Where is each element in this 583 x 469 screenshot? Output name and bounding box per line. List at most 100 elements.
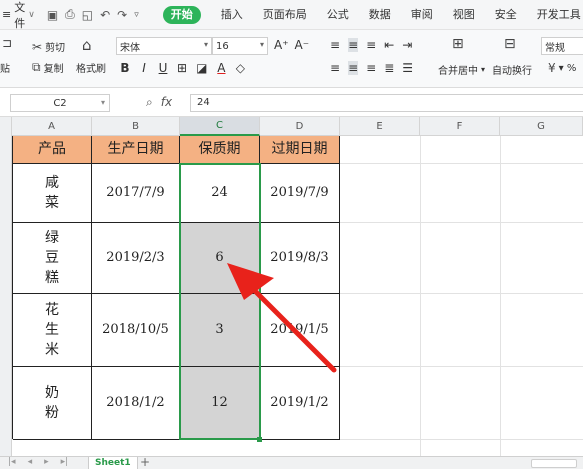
expiry-date-cell[interactable]: 2019/1/2 (260, 367, 340, 440)
save-icon[interactable]: ▣ (47, 8, 58, 22)
underline-icon[interactable]: U (158, 61, 168, 75)
first-sheet-icon[interactable]: |◂ (8, 457, 16, 467)
product-cell[interactable]: 绿豆糕 (13, 223, 92, 294)
clear-format-icon[interactable]: ◇ (235, 61, 245, 75)
wrap-text-icon[interactable]: ⊟ (504, 36, 516, 52)
align-bottom-icon[interactable]: ≡ (366, 38, 376, 52)
scissors-icon: ✂ (32, 39, 43, 54)
column-header-c[interactable]: C (180, 117, 260, 136)
sheet-bar: |◂ ◂ ▸ ▸| Sheet1 + (0, 456, 583, 469)
tab-formulas[interactable]: 公式 (317, 0, 359, 30)
tab-developer[interactable]: 开发工具 (527, 0, 583, 30)
chevron-down-icon: ∨ (28, 9, 35, 20)
paste-icon[interactable]: ⊐ (2, 36, 12, 50)
format-painter-icon[interactable]: ⌂ (82, 36, 92, 54)
justify-icon[interactable]: ≣ (384, 61, 394, 75)
prev-sheet-icon[interactable]: ◂ (28, 457, 33, 467)
column-header-a[interactable]: A (12, 117, 92, 136)
hamburger-icon: ≡ (2, 8, 12, 21)
copy-button[interactable]: ⧉ 复制 (32, 60, 64, 75)
file-menu[interactable]: ≡ 文件 ∨ (0, 0, 35, 31)
production-date-cell[interactable]: 2018/10/5 (92, 294, 180, 367)
tab-insert[interactable]: 插入 (211, 0, 253, 30)
quick-access-toolbar: ▣ ⎙ ◱ ↶ ↷ ▿ (47, 7, 139, 22)
redo-icon[interactable]: ↷ (117, 8, 127, 22)
dropdown-icon[interactable]: ▿ (134, 10, 139, 20)
align-left-icon[interactable]: ≡ (330, 61, 340, 75)
merge-center-icon[interactable]: ⊞ (452, 36, 464, 52)
shelf-life-cell[interactable]: 3 (180, 294, 260, 367)
distributed-icon[interactable]: ☰ (402, 61, 413, 75)
last-sheet-icon[interactable]: ▸| (61, 457, 69, 467)
expiry-date-cell[interactable]: 2019/7/9 (260, 164, 340, 223)
shelf-life-cell[interactable]: 24 (180, 164, 260, 223)
fill-handle[interactable] (257, 437, 262, 442)
undo-icon[interactable]: ↶ (100, 8, 110, 22)
row-header-strip[interactable] (0, 117, 12, 456)
border-icon[interactable]: ⊞ (177, 61, 187, 75)
next-sheet-icon[interactable]: ▸ (44, 457, 49, 467)
tab-security[interactable]: 安全 (485, 0, 527, 30)
number-format-select[interactable]: 常规 (541, 37, 583, 55)
align-center-icon[interactable]: ≡ (348, 61, 359, 75)
production-date-cell[interactable]: 2018/1/2 (92, 367, 180, 440)
column-header-e[interactable]: E (340, 117, 420, 136)
fill-color-icon[interactable]: ◪ (196, 61, 207, 75)
italic-icon[interactable]: I (139, 61, 149, 75)
tab-page-layout[interactable]: 页面布局 (253, 0, 317, 30)
name-box[interactable]: C2 ▾ (10, 94, 110, 112)
product-cell[interactable]: 咸菜 (13, 164, 92, 223)
shelf-life-cell[interactable]: 12 (180, 367, 260, 440)
expiry-date-cell[interactable]: 2019/8/3 (260, 223, 340, 294)
expiry-date-cell[interactable]: 2019/1/5 (260, 294, 340, 367)
column-header-g[interactable]: G (500, 117, 583, 136)
font-size-select[interactable]: 16 ▾ (212, 37, 268, 55)
indent-increase-icon[interactable]: ⇥ (402, 38, 412, 52)
format-painter-button[interactable]: 格式刷 (76, 60, 106, 75)
horizontal-scrollbar[interactable] (531, 459, 577, 468)
ribbon: ⊐ 贴 ✂ 剪切 ⧉ 复制 ⌂ 格式刷 宋体 ▾ 16 ▾ A⁺ A⁻ B I U ⊞ … (0, 30, 583, 88)
decrease-font-icon[interactable]: A⁻ (295, 38, 310, 52)
production-date-cell[interactable]: 2019/2/3 (92, 223, 180, 294)
tab-review[interactable]: 审阅 (401, 0, 443, 30)
tab-data[interactable]: 数据 (359, 0, 401, 30)
formula-input[interactable]: 24 (190, 94, 583, 112)
indent-decrease-icon[interactable]: ⇤ (384, 38, 394, 52)
paste-button[interactable]: 贴 (0, 60, 10, 75)
file-menu-label: 文件 (14, 0, 26, 30)
font-name-select[interactable]: 宋体 ▾ (116, 37, 212, 55)
column-header-b[interactable]: B (92, 117, 180, 136)
spreadsheet-grid[interactable]: A B C D E F G 产品 生产日期 保质期 过期日期 咸菜 2017/7… (0, 117, 583, 456)
align-middle-icon[interactable]: ≡ (348, 38, 359, 52)
zoom-icon[interactable]: ⌕ (146, 95, 153, 110)
align-top-icon[interactable]: ≡ (330, 38, 340, 52)
merge-center-button[interactable]: 合并居中 ▾ (438, 62, 485, 77)
header-cell-product[interactable]: 产品 (13, 136, 92, 164)
chevron-down-icon: ▾ (203, 40, 208, 49)
sheet-tab[interactable]: Sheet1 (88, 457, 138, 469)
font-color-icon[interactable]: A (216, 61, 226, 75)
fx-icon[interactable]: fx (161, 95, 172, 110)
shelf-life-cell[interactable]: 6 (180, 223, 260, 294)
align-right-icon[interactable]: ≡ (366, 61, 376, 75)
product-cell[interactable]: 奶粉 (13, 367, 92, 440)
chevron-down-icon: ▾ (100, 98, 105, 107)
tab-home[interactable]: 开始 (153, 0, 211, 30)
print-preview-icon[interactable]: ◱ (82, 8, 93, 22)
header-cell-expiry-date[interactable]: 过期日期 (260, 136, 340, 164)
column-header-d[interactable]: D (260, 117, 340, 136)
cut-button[interactable]: ✂ 剪切 (32, 39, 65, 55)
product-cell[interactable]: 花生米 (13, 294, 92, 367)
tab-view[interactable]: 视图 (443, 0, 485, 30)
add-sheet-icon[interactable]: + (140, 456, 150, 469)
print-icon[interactable]: ⎙ (65, 7, 75, 22)
production-date-cell[interactable]: 2017/7/9 (92, 164, 180, 223)
column-header-f[interactable]: F (420, 117, 500, 136)
header-cell-shelf-life[interactable]: 保质期 (180, 136, 260, 164)
wrap-text-button[interactable]: 自动换行 (492, 62, 532, 77)
increase-font-icon[interactable]: A⁺ (274, 38, 289, 52)
currency-icon[interactable]: ¥ ▾ % (548, 61, 576, 75)
copy-icon: ⧉ (32, 60, 41, 74)
header-cell-production-date[interactable]: 生产日期 (92, 136, 180, 164)
bold-icon[interactable]: B (120, 61, 130, 75)
